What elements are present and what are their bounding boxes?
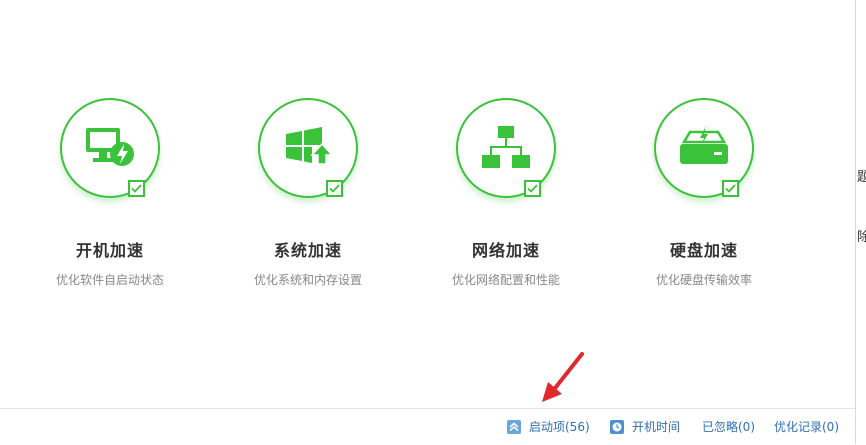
- feature-description: 优化软件自启动状态: [55, 273, 164, 287]
- monitor-bolt-icon: [86, 128, 134, 166]
- feature-title: 系统加速: [273, 241, 342, 260]
- boot-time-link[interactable]: 开机时间: [610, 418, 680, 435]
- windows-up-icon: [286, 127, 334, 165]
- feature-title: 网络加速: [471, 241, 540, 260]
- startup-items-link[interactable]: 启动项(56): [507, 418, 590, 435]
- partial-text: 题: [857, 170, 866, 185]
- feature-circle[interactable]: [654, 98, 754, 198]
- checkbox-startup[interactable]: [128, 180, 145, 197]
- boot-time-label: 开机时间: [632, 420, 681, 434]
- history-link[interactable]: 优化记录(0): [774, 418, 839, 435]
- feature-description: 优化网络配置和性能: [451, 273, 560, 287]
- adjacent-window-edge: [855, 0, 866, 444]
- ignored-label: 已忽略(0): [702, 420, 755, 434]
- startup-up-icon: [507, 419, 521, 434]
- history-label: 优化记录(0): [774, 420, 839, 434]
- checkbox-system[interactable]: [326, 180, 343, 197]
- feature-description: 优化硬盘传输效率: [655, 273, 752, 287]
- feature-title: 硬盘加速: [669, 241, 738, 260]
- clock-icon: [610, 419, 624, 434]
- check-icon: [329, 184, 340, 193]
- bottom-bar: 启动项(56) 开机时间 已忽略(0) 优化记录(0): [0, 408, 855, 445]
- startup-items-label: 启动项(56): [529, 420, 590, 434]
- partial-text: 除: [857, 230, 866, 245]
- feature-title: 开机加速: [75, 241, 144, 260]
- feature-circle[interactable]: [258, 98, 358, 198]
- speedup-panel: 开机加速 优化软件自启动状态 系统加速 优化系统和内存设置 网络加速 优化网络配…: [0, 0, 855, 445]
- check-icon: [527, 184, 538, 193]
- checkbox-network[interactable]: [524, 180, 541, 197]
- ignored-link[interactable]: 已忽略(0): [702, 418, 755, 435]
- check-icon: [131, 184, 142, 193]
- red-arrow-annotation: [542, 352, 584, 402]
- checkbox-disk[interactable]: [722, 180, 739, 197]
- feature-circle[interactable]: [60, 98, 160, 198]
- network-icon: [482, 126, 530, 168]
- harddisk-icon: [680, 126, 728, 164]
- check-icon: [725, 184, 736, 193]
- feature-circle[interactable]: [456, 98, 556, 198]
- feature-description: 优化系统和内存设置: [253, 273, 362, 287]
